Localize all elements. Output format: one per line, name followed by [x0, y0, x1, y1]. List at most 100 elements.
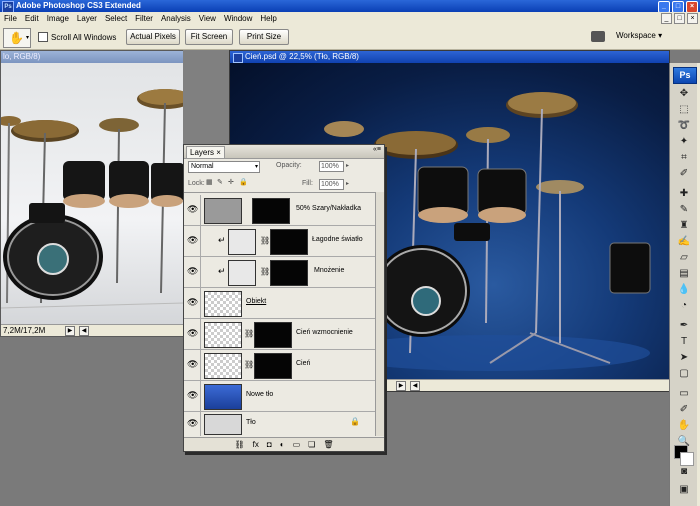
menu-edit[interactable]: Edit	[21, 14, 43, 23]
healing-brush-tool-icon[interactable]: ✚	[676, 187, 692, 200]
path-selection-tool-icon[interactable]: ➤	[676, 351, 692, 364]
scroll-left-button-right[interactable]: ◀	[410, 381, 420, 391]
pen-tool-icon[interactable]: ✒	[676, 319, 692, 332]
history-brush-tool-icon[interactable]: ✍	[676, 235, 692, 248]
visibility-eye-icon[interactable]: 👁	[187, 235, 198, 245]
menu-file[interactable]: File	[0, 14, 21, 23]
lock-transparency-icon[interactable]: ▦	[206, 179, 214, 187]
tool-preset-picker[interactable]: ✋ ▾	[3, 28, 31, 48]
menu-help[interactable]: Help	[256, 14, 280, 23]
visibility-eye-icon[interactable]: 👁	[187, 266, 198, 276]
layer-style-icon[interactable]: fx	[253, 440, 259, 449]
workspace-icon[interactable]	[591, 31, 605, 42]
layer-row[interactable]: 👁 ↵ ⛓ Mnożenie	[184, 257, 376, 288]
screen-mode-icon[interactable]: ▣	[676, 483, 692, 496]
doc-restore-button[interactable]: □	[674, 13, 685, 24]
layer-mask-thumbnail	[254, 322, 292, 348]
fill-slider-arrow[interactable]: ▸	[346, 180, 349, 187]
visibility-eye-icon[interactable]: 👁	[187, 359, 198, 369]
layer-name[interactable]: Tło	[246, 419, 256, 426]
add-mask-icon[interactable]: ◘	[267, 440, 272, 449]
visibility-eye-icon[interactable]: 👁	[187, 418, 198, 428]
background-color-swatch[interactable]	[680, 452, 694, 466]
visibility-eye-icon[interactable]: 👁	[187, 297, 198, 307]
fit-screen-button[interactable]: Fit Screen	[185, 29, 233, 45]
clone-stamp-tool-icon[interactable]: ♜	[676, 219, 692, 232]
layers-scrollbar[interactable]	[375, 192, 384, 436]
notes-tool-icon[interactable]: ▭	[676, 387, 692, 400]
menu-select[interactable]: Select	[101, 14, 131, 23]
adjustment-layer-icon[interactable]: ◐	[280, 440, 285, 449]
menu-analysis[interactable]: Analysis	[157, 14, 195, 23]
layer-name[interactable]: Nowe tło	[246, 391, 273, 398]
doc-minimize-button[interactable]: _	[661, 13, 672, 24]
quick-mask-icon[interactable]: ◙	[676, 465, 692, 478]
layer-row[interactable]: 👁 Nowe tło	[184, 381, 376, 412]
menu-layer[interactable]: Layer	[73, 14, 101, 23]
link-chain-icon[interactable]: ⛓	[244, 360, 254, 369]
shape-tool-icon[interactable]: ▢	[676, 367, 692, 380]
delete-layer-icon[interactable]: 🗑	[323, 440, 333, 449]
link-chain-icon[interactable]: ⛓	[260, 267, 270, 276]
lock-position-icon[interactable]: ✛	[228, 179, 236, 187]
dodge-tool-icon[interactable]: ◔	[676, 299, 692, 312]
status-menu-arrow[interactable]: ▶	[65, 326, 75, 336]
menu-image[interactable]: Image	[43, 14, 73, 23]
visibility-eye-icon[interactable]: 👁	[187, 204, 198, 214]
opacity-slider-arrow[interactable]: ▸	[346, 162, 349, 169]
brush-tool-icon[interactable]: ✎	[676, 203, 692, 216]
link-layers-icon[interactable]: ⛓	[235, 440, 245, 449]
layer-row[interactable]: 👁 ⛓ Cień	[184, 350, 376, 381]
link-chain-icon[interactable]: ⛓	[244, 329, 254, 338]
clipping-arrow-icon: ↵	[218, 266, 226, 276]
doc-close-button[interactable]: ×	[687, 13, 698, 24]
status-menu-arrow-right[interactable]: ▶	[396, 381, 406, 391]
crop-tool-icon[interactable]: ⌗	[676, 151, 692, 164]
visibility-eye-icon[interactable]: 👁	[187, 390, 198, 400]
layer-name[interactable]: 50% Szary/Nakładka	[296, 205, 361, 212]
layer-row[interactable]: 👁 50% Szary/Nakładka	[184, 195, 376, 226]
menu-window[interactable]: Window	[220, 14, 256, 23]
window-title: Adobe Photoshop CS3 Extended	[16, 1, 141, 10]
layers-tab[interactable]: Layers ×	[186, 146, 225, 158]
layer-name[interactable]: Mnożenie	[314, 267, 344, 274]
fill-field[interactable]: 100%	[319, 179, 344, 190]
move-tool-icon[interactable]: ✥	[676, 87, 692, 100]
blend-mode-select[interactable]: Normal ▾	[188, 161, 260, 173]
document-window-left[interactable]: lo, RGB/8) 7,2M/17,2M ▶ ◀	[0, 50, 185, 337]
type-tool-icon[interactable]: T	[676, 335, 692, 348]
layer-name[interactable]: Cień wzmocnienie	[296, 329, 353, 336]
layer-row[interactable]: 👁 ⛓ Cień wzmocnienie	[184, 319, 376, 350]
gradient-tool-icon[interactable]: ▤	[676, 267, 692, 280]
opacity-field[interactable]: 100%	[319, 161, 344, 172]
blur-tool-icon[interactable]: 💧	[676, 283, 692, 296]
layer-name[interactable]: Łagodne światło	[312, 236, 363, 243]
layer-name[interactable]: Cień	[296, 360, 310, 367]
print-size-button[interactable]: Print Size	[239, 29, 289, 45]
document-canvas-left[interactable]	[1, 63, 184, 325]
lock-pixels-icon[interactable]: ✎	[217, 179, 225, 187]
eyedropper-sample-tool-icon[interactable]: ✐	[676, 403, 692, 416]
layer-row[interactable]: 👁 Tło 🔒	[184, 412, 376, 436]
menu-view[interactable]: View	[195, 14, 220, 23]
new-layer-icon[interactable]: ❏	[308, 440, 315, 449]
lock-all-icon[interactable]: 🔒	[239, 179, 248, 187]
marquee-tool-icon[interactable]: ⬚	[676, 103, 692, 116]
hand-tool-icon[interactable]: ✋	[676, 419, 692, 432]
workspace-menu[interactable]: Workspace ▾	[616, 31, 662, 40]
magic-wand-tool-icon[interactable]: ✦	[676, 135, 692, 148]
layer-row[interactable]: 👁 ↵ ⛓ Łagodne światło	[184, 226, 376, 257]
eraser-tool-icon[interactable]: ▱	[676, 251, 692, 264]
layer-row[interactable]: 👁 Obiekt	[184, 288, 376, 319]
scroll-left-button[interactable]: ◀	[79, 326, 89, 336]
eyedropper-tool-icon[interactable]: ✐	[676, 167, 692, 180]
menu-filter[interactable]: Filter	[131, 14, 157, 23]
visibility-eye-icon[interactable]: 👁	[187, 328, 198, 338]
new-group-icon[interactable]: ▭	[293, 440, 301, 449]
panel-menu-icon[interactable]: «≡	[373, 146, 381, 153]
layer-name[interactable]: Obiekt	[246, 298, 266, 305]
link-chain-icon[interactable]: ⛓	[260, 236, 270, 245]
lasso-tool-icon[interactable]: ➰	[676, 119, 692, 132]
actual-pixels-button[interactable]: Actual Pixels	[126, 29, 180, 45]
scroll-all-windows-checkbox[interactable]	[38, 32, 48, 42]
